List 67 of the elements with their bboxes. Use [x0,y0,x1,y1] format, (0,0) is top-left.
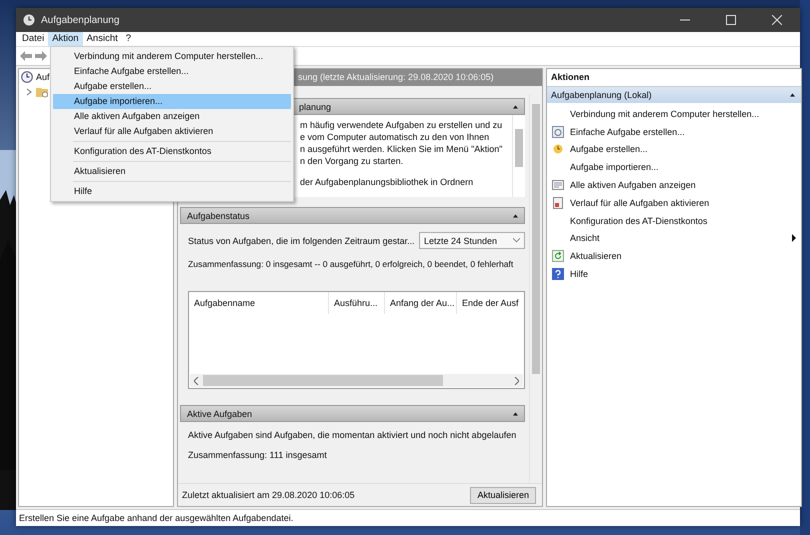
collapse-icon[interactable] [513,104,518,108]
overview-text: n ausgeführt werden. Klicken Sie im Menü "Aktion" [300,143,502,155]
overview-text: m häufig verwendete Aufgaben zu erstellen und zu [300,119,502,131]
collapse-icon[interactable] [513,214,518,218]
menu-item[interactable]: Konfiguration des AT-Dienstkontos [53,144,291,159]
action-link[interactable]: Hilfe [570,269,588,280]
column-header[interactable]: Ende der Ausf [457,292,524,314]
action-link[interactable]: Verlauf für alle Aufgaben aktivieren [570,198,710,208]
tree-item[interactable]: Auf [36,72,50,82]
summary-header: sung (letzte Aktualisierung: 29.08.2020 10:06:05) [298,72,494,82]
menu-item[interactable]: ? [122,32,136,46]
back-arrow-icon[interactable] [20,51,32,61]
menu-item[interactable]: Aktion [48,32,83,46]
expand-icon[interactable] [25,88,33,96]
section-title: Aufgabenstatus [187,210,250,220]
collapse-icon[interactable] [513,412,518,416]
action-link[interactable]: Konfiguration des AT-Dienstkontos [570,216,708,226]
action-link[interactable]: Ansicht [570,233,600,244]
clock-icon [23,14,35,26]
collapse-icon[interactable] [790,93,795,97]
refresh-button[interactable]: Aktualisieren [470,486,536,504]
overview-text: der Aufgabenplanungsbibliothek in Ordnern [300,176,474,188]
actions-group-title: Aufgabenplanung (Lokal) [551,90,652,100]
calendar-icon [552,126,564,138]
document-icon [552,196,564,209]
scrollbar[interactable] [529,94,542,483]
section-title: planung [299,102,332,112]
menu-item[interactable]: Verlauf für alle Aufgaben aktivieren [53,124,291,139]
last-updated-label: Zuletzt aktualisiert am 29.08.2020 10:06:05 [182,490,355,500]
scrollbar[interactable] [512,115,525,197]
active-tasks-summary: Zusammenfassung: 111 insgesamt [188,450,327,460]
overview-text: n den Vorgang zu starten. [300,155,404,167]
menu-item[interactable]: Alle aktiven Aufgaben anzeigen [53,109,291,124]
action-link[interactable]: Einfache Aufgabe erstellen... [570,126,685,137]
window-title: Aufgabenplanung [41,14,120,26]
period-label: Status von Aufgaben, die im folgenden Zeitraum gestar... [188,236,415,246]
column-header[interactable]: Ausführu... [329,292,385,314]
clock-icon [21,70,33,82]
menu-item[interactable]: Hilfe [53,184,291,199]
action-link[interactable]: Verbindung mit anderem Computer herstellen... [570,108,760,119]
action-link[interactable]: Alle aktiven Aufgaben anzeigen [570,180,696,190]
status-bar: Erstellen Sie eine Aufgabe anhand der ausgewählten Aufgabendatei. [16,509,800,526]
active-tasks-description: Aktive Aufgaben sind Aufgaben, die momentan aktiviert und noch nicht abgelaufen [188,430,516,440]
menu-item[interactable]: Aufgabe importieren... [53,94,291,109]
action-link[interactable]: Aktualisieren [570,251,622,262]
section-title: Aktive Aufgaben [187,408,252,418]
help-icon [552,268,564,280]
refresh-icon [552,250,564,262]
menu-item[interactable]: Aufgabe erstellen... [53,79,291,94]
menu-item[interactable]: Aktualisieren [53,164,291,179]
forward-arrow-icon[interactable] [35,51,47,61]
clock-icon [552,143,564,156]
column-header[interactable]: Aufgabenname [189,292,329,314]
column-header[interactable]: Anfang der Au... [385,292,457,314]
menu-item[interactable]: Datei [18,32,48,46]
submenu-arrow-icon[interactable] [792,234,796,242]
chevron-down-icon[interactable] [513,238,520,243]
status-summary: Zusammenfassung: 0 insgesamt -- 0 ausgeführt, 0 erfolgreich, 0 beendet, 0 fehlerhaft [188,259,514,269]
menu-item[interactable]: Einfache Aufgabe erstellen... [53,64,291,79]
menu-item[interactable]: Ansicht [82,32,122,46]
period-dropdown[interactable]: Letzte 24 Stunden [419,232,525,249]
action-link[interactable]: Aufgabe importieren... [570,162,659,172]
folder-icon[interactable] [36,86,48,98]
overview-text: e vom Computer automatisch zu den von Ihnen [300,131,490,143]
list-window-icon [552,179,564,192]
horizontal-scrollbar[interactable] [190,374,523,387]
action-link[interactable]: Aufgabe erstellen... [570,144,648,154]
